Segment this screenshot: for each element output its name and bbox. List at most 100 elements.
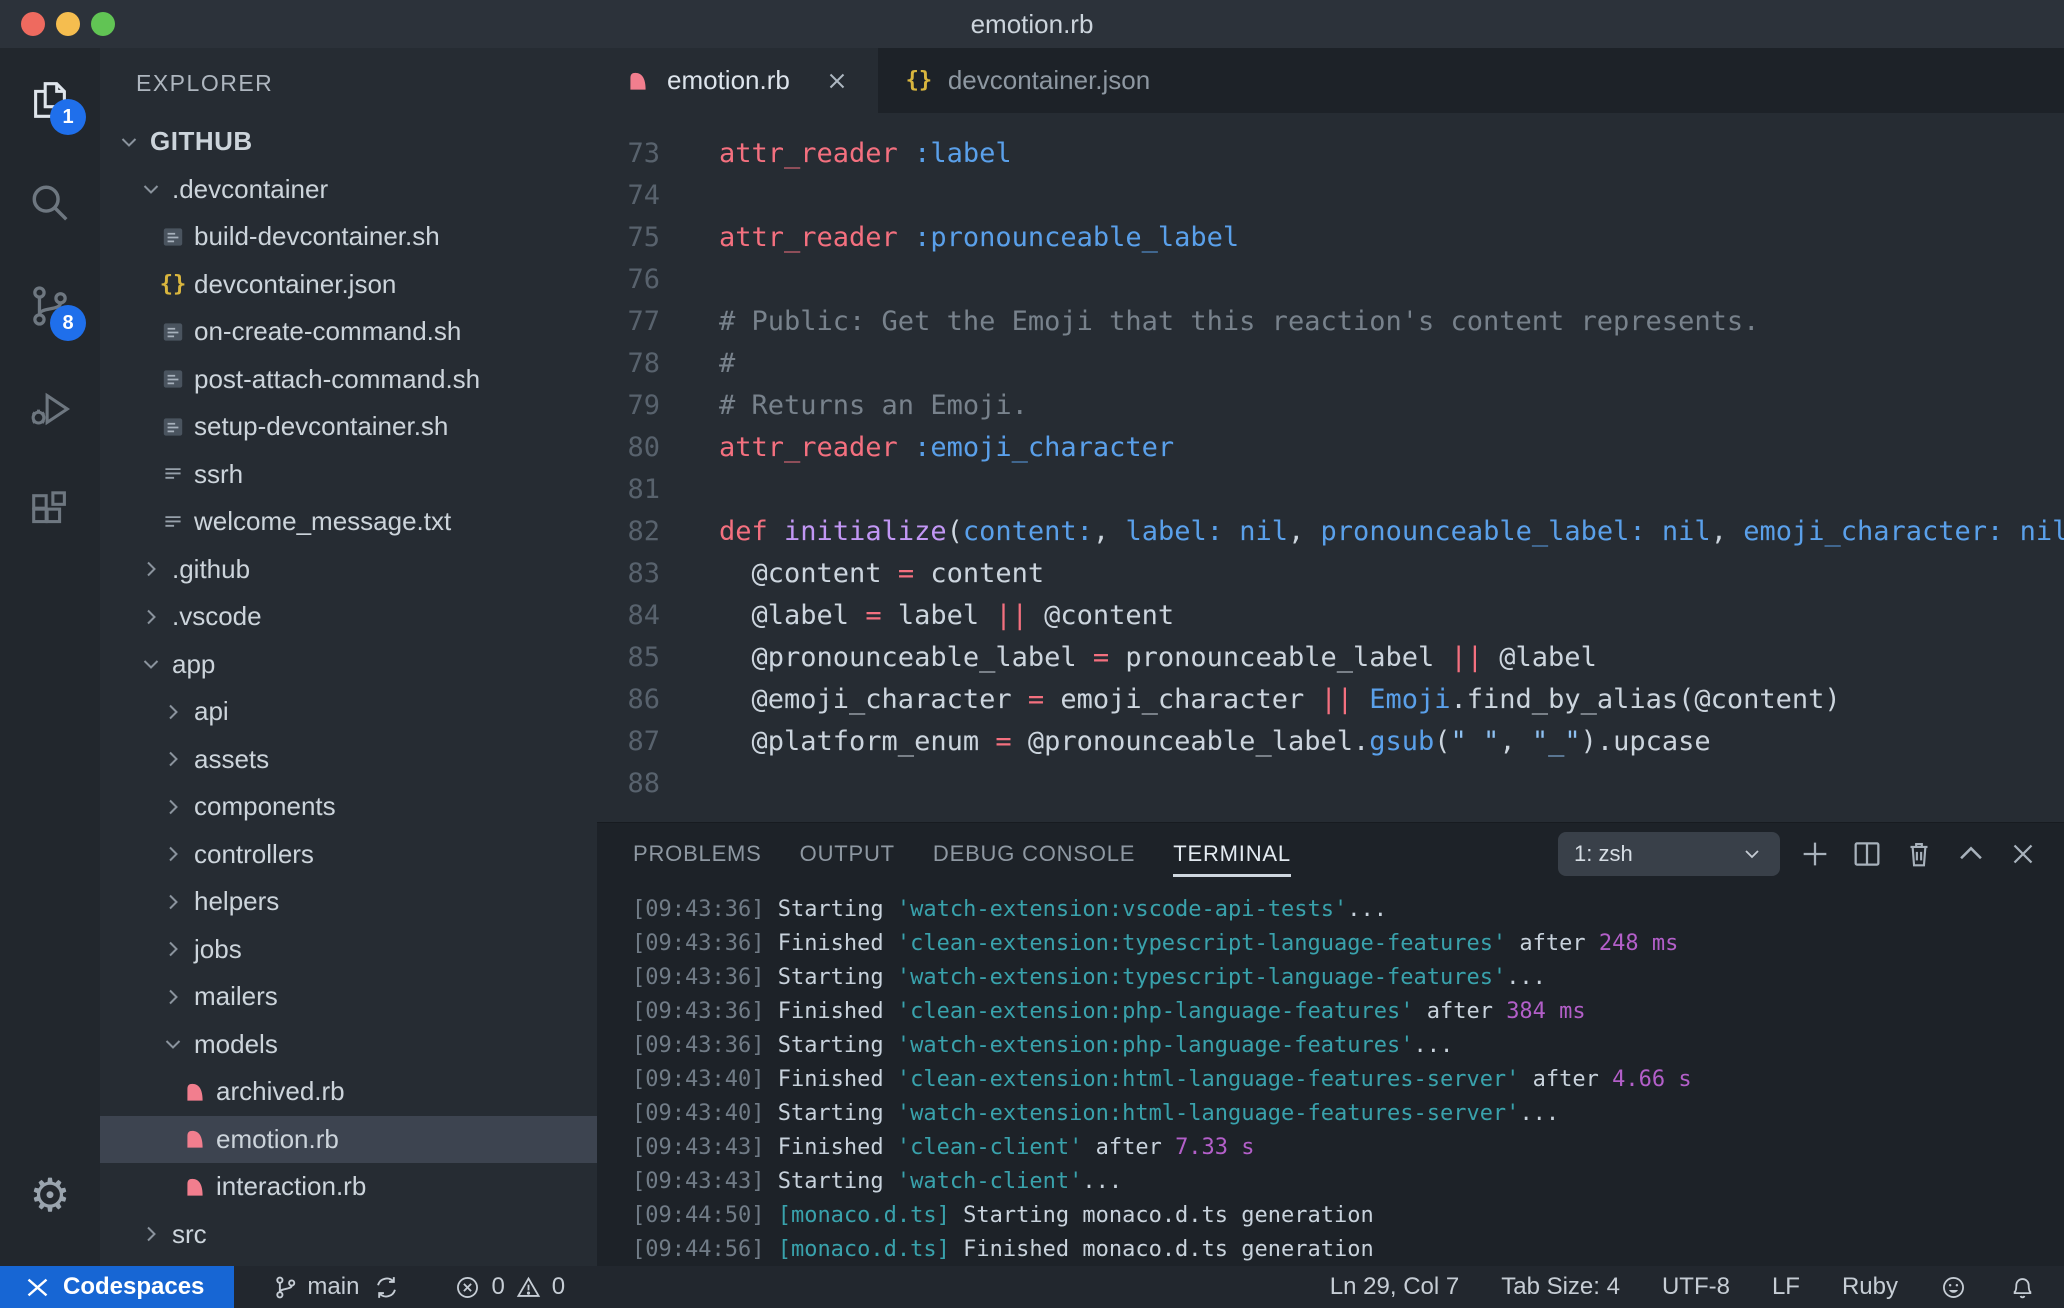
tree-item--vscode[interactable]: .vscode <box>100 593 597 641</box>
code-line-78[interactable]: 78 # <box>597 343 2064 385</box>
code-line-82[interactable]: 82 def initialize(content:, label: nil, p… <box>597 511 2064 553</box>
code-line-88[interactable]: 88 <box>597 763 2064 805</box>
minimize-window-button[interactable] <box>56 12 80 36</box>
new-terminal-button[interactable] <box>1798 837 1832 871</box>
branch-button[interactable]: main <box>272 1273 359 1301</box>
tree-item-api[interactable]: api <box>100 688 597 736</box>
language-mode[interactable]: Ruby <box>1842 1273 1898 1301</box>
tree-item-interaction-rb[interactable]: interaction.rb <box>100 1163 597 1211</box>
codespaces-remote-button[interactable]: Codespaces <box>0 1266 235 1308</box>
chevron-right-icon <box>147 609 156 624</box>
panel-tab-terminal[interactable]: TERMINAL <box>1173 823 1291 885</box>
tree-item-setup-devcontainer-sh[interactable]: setup-devcontainer.sh <box>100 403 597 451</box>
line-number: 85 <box>627 642 660 673</box>
tab-devcontainer-json[interactable]: {} devcontainer.json <box>878 48 1178 113</box>
tree-item-components[interactable]: components <box>100 783 597 831</box>
panel-tab-problems[interactable]: PROBLEMS <box>633 823 762 885</box>
bottom-panel: PROBLEMS OUTPUT DEBUG CONSOLE TERMINAL 1… <box>597 822 2064 1266</box>
eol-indicator[interactable]: LF <box>1772 1273 1800 1301</box>
code-line-81[interactable]: 81 <box>597 469 2064 511</box>
line-number: 74 <box>627 180 660 211</box>
tree-item-jobs[interactable]: jobs <box>100 926 597 974</box>
shell-file-icon <box>163 323 183 341</box>
tree-item-archived-rb[interactable]: archived.rb <box>100 1068 597 1116</box>
code-line-80[interactable]: 80 attr_reader :emoji_character <box>597 427 2064 469</box>
tree-item-mailers[interactable]: mailers <box>100 973 597 1021</box>
settings-gear-button[interactable]: ⚙ <box>0 1143 100 1246</box>
warning-count: 0 <box>551 1273 566 1300</box>
tree-item-helpers[interactable]: helpers <box>100 878 597 926</box>
code-line-74[interactable]: 74 <box>597 175 2064 217</box>
cursor-position[interactable]: Ln 29, Col 7 <box>1330 1273 1459 1301</box>
tree-item-build-devcontainer-sh[interactable]: build-devcontainer.sh <box>100 213 597 261</box>
code-line-73[interactable]: 73 attr_reader :label <box>597 133 2064 175</box>
shell-file-icon <box>163 228 183 246</box>
code-text: @emoji_character = emoji_character || Em… <box>719 684 1841 715</box>
tree-item-on-create-command-sh[interactable]: on-create-command.sh <box>100 308 597 356</box>
tree-item--devcontainer[interactable]: .devcontainer <box>100 166 597 214</box>
tree-item-post-attach-command-sh[interactable]: post-attach-command.sh <box>100 356 597 404</box>
activity-bar: 1 8 ⚙ <box>0 48 100 1266</box>
terminal-output[interactable]: [09:43:36] Starting 'watch-extension:vsc… <box>597 885 2064 1266</box>
activity-item-run-debug[interactable] <box>0 357 100 460</box>
tree-item-controllers[interactable]: controllers <box>100 831 597 879</box>
tree-item-emotion-rb[interactable]: emotion.rb <box>100 1115 597 1163</box>
code-line-85[interactable]: 85 @pronounceable_label = pronounceable_… <box>597 637 2064 679</box>
tree-item-src[interactable]: src <box>100 1211 597 1259</box>
activity-item-source-control[interactable]: 8 <box>0 254 100 357</box>
title-bar: emotion.rb <box>0 0 2064 48</box>
terminal-line: [09:43:36] Finished 'clean-extension:php… <box>632 999 1586 1024</box>
tree-item-label: components <box>194 791 336 822</box>
tree-item-models[interactable]: models <box>100 1021 597 1069</box>
tab-size-indicator[interactable]: Tab Size: 4 <box>1501 1273 1620 1301</box>
code-line-76[interactable]: 76 <box>597 259 2064 301</box>
branch-name: main <box>307 1273 360 1300</box>
maximize-panel-button[interactable] <box>1954 837 1988 871</box>
code-line-86[interactable]: 86 @emoji_character = emoji_character ||… <box>597 679 2064 721</box>
close-window-button[interactable] <box>21 12 45 36</box>
feedback-button[interactable] <box>1940 1274 1967 1301</box>
sidebar-title: EXPLORER <box>136 69 274 96</box>
tree-item-devcontainer-json[interactable]: {} devcontainer.json <box>100 261 597 309</box>
tab-emotion-rb[interactable]: emotion.rb <box>597 48 878 113</box>
tree-item-ssrh[interactable]: ssrh <box>100 451 597 499</box>
code-line-87[interactable]: 87 @platform_enum = @pronounceable_label… <box>597 721 2064 763</box>
tree-item-github[interactable]: GITHUB <box>100 118 597 166</box>
activity-item-search[interactable] <box>0 151 100 254</box>
close-tab-icon[interactable] <box>824 68 850 94</box>
tree-item-assets[interactable]: assets <box>100 736 597 784</box>
notifications-button[interactable] <box>2009 1274 2036 1301</box>
code-text: attr_reader :pronounceable_label <box>719 222 1240 253</box>
panel-tab-debug-console[interactable]: DEBUG CONSOLE <box>933 823 1135 885</box>
code-line-84[interactable]: 84 @label = label || @content <box>597 595 2064 637</box>
code-line-79[interactable]: 79 # Returns an Emoji. <box>597 385 2064 427</box>
tree-item-label: .vscode <box>172 601 262 632</box>
activity-item-extensions[interactable] <box>0 460 100 563</box>
split-terminal-button[interactable] <box>1850 837 1884 871</box>
tree-item--github[interactable]: .github <box>100 546 597 594</box>
sync-button[interactable] <box>373 1274 400 1301</box>
smiley-icon <box>1943 1276 1964 1298</box>
problems-button[interactable]: 0 0 <box>454 1273 565 1301</box>
json-file-icon: {} <box>905 68 933 93</box>
chevron-right-icon <box>147 1227 156 1242</box>
tree-item-welcome-message-txt[interactable]: welcome_message.txt <box>100 498 597 546</box>
line-number: 83 <box>627 558 660 589</box>
encoding-indicator[interactable]: UTF-8 <box>1662 1273 1730 1301</box>
chevron-down-icon <box>165 1040 181 1050</box>
code-line-77[interactable]: 77 # Public: Get the Emoji that this reac… <box>597 301 2064 343</box>
zoom-window-button[interactable] <box>91 12 115 36</box>
kill-terminal-button[interactable] <box>1902 837 1936 871</box>
code-line-75[interactable]: 75 attr_reader :pronounceable_label <box>597 217 2064 259</box>
code-line-83[interactable]: 83 @content = content <box>597 553 2064 595</box>
terminal-shell-select[interactable]: 1: zsh <box>1558 832 1780 876</box>
code-editor[interactable]: 73 attr_reader :label 74 75 attr_reader :pro… <box>597 113 2064 822</box>
tab-label: emotion.rb <box>667 65 790 95</box>
tree-item-app[interactable]: app <box>100 641 597 689</box>
activity-item-explorer[interactable]: 1 <box>0 48 100 151</box>
code-text: @platform_enum = @pronounceable_label.gs… <box>719 726 1711 757</box>
code-text: attr_reader :emoji_character <box>719 432 1175 463</box>
close-panel-button[interactable] <box>2006 837 2040 871</box>
panel-tab-output[interactable]: OUTPUT <box>800 823 895 885</box>
text-file-icon <box>165 515 181 527</box>
